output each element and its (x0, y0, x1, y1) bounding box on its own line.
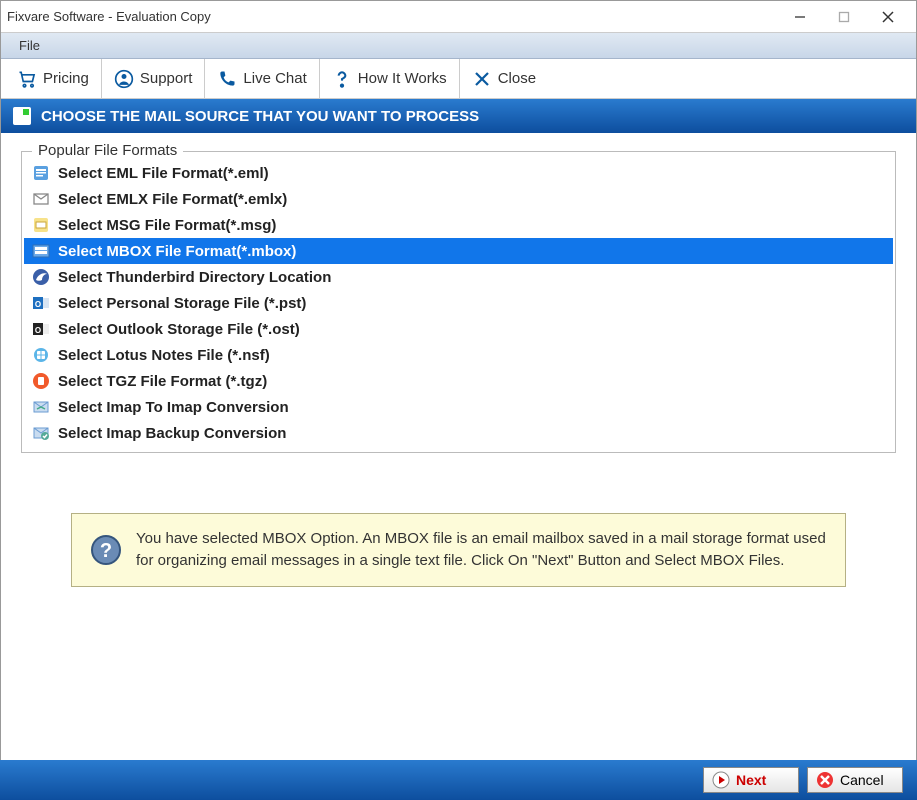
format-item-label: Select Lotus Notes File (*.nsf) (58, 347, 270, 364)
help-icon: ? (90, 534, 122, 566)
cancel-button[interactable]: Cancel (807, 767, 903, 793)
howitworks-label: How It Works (358, 70, 447, 87)
close-button[interactable]: Close (460, 59, 548, 98)
next-label: Next (736, 772, 766, 788)
next-button[interactable]: Next (703, 767, 799, 793)
format-item[interactable]: Select Thunderbird Directory Location (24, 264, 893, 290)
imapbackup-icon (32, 424, 50, 442)
window-title: Fixvare Software - Evaluation Copy (7, 9, 790, 24)
phone-icon (217, 69, 237, 89)
svg-text:?: ? (100, 540, 112, 562)
emlx-icon (32, 190, 50, 208)
support-button[interactable]: Support (102, 59, 206, 98)
format-item-label: Select EML File Format(*.eml) (58, 165, 269, 182)
format-item[interactable]: Select TGZ File Format (*.tgz) (24, 368, 893, 394)
footer: Next Cancel (0, 760, 917, 800)
section-header: CHOOSE THE MAIL SOURCE THAT YOU WANT TO … (1, 99, 916, 133)
cancel-label: Cancel (840, 772, 884, 788)
format-item-label: Select Imap Backup Conversion (58, 425, 286, 442)
pricing-label: Pricing (43, 70, 89, 87)
support-label: Support (140, 70, 193, 87)
window-controls (790, 7, 910, 27)
svg-text:O: O (35, 326, 41, 335)
msg-icon (32, 216, 50, 234)
format-item[interactable]: Select Imap To Imap Conversion (24, 394, 893, 420)
pricing-button[interactable]: Pricing (5, 59, 102, 98)
format-item-label: Select EMLX File Format(*.emlx) (58, 191, 287, 208)
close-label: Close (498, 70, 536, 87)
ost-icon: O (32, 320, 50, 338)
person-icon (114, 69, 134, 89)
format-list: Select EML File Format(*.eml) Select EMLX… (24, 160, 893, 446)
format-item-label: Select TGZ File Format (*.tgz) (58, 373, 267, 390)
eml-icon (32, 164, 50, 182)
format-item[interactable]: Select MBOX File Format(*.mbox) (24, 238, 893, 264)
livechat-label: Live Chat (243, 70, 306, 87)
format-item[interactable]: Select EML File Format(*.eml) (24, 160, 893, 186)
format-item-label: Select Personal Storage File (*.pst) (58, 295, 306, 312)
tgz-icon (32, 372, 50, 390)
file-menu[interactable]: File (11, 36, 48, 55)
format-item-label: Select Thunderbird Directory Location (58, 269, 331, 286)
imap-icon (32, 398, 50, 416)
groupbox-title: Popular File Formats (32, 142, 183, 159)
format-item[interactable]: Select EMLX File Format(*.emlx) (24, 186, 893, 212)
format-item[interactable]: Select MSG File Format(*.msg) (24, 212, 893, 238)
info-box: ? You have selected MBOX Option. An MBOX… (71, 513, 846, 587)
cart-icon (17, 69, 37, 89)
formats-groupbox: Popular File Formats Select EML File For… (21, 151, 896, 453)
format-item[interactable]: O Select Personal Storage File (*.pst) (24, 290, 893, 316)
section-header-title: CHOOSE THE MAIL SOURCE THAT YOU WANT TO … (41, 108, 479, 125)
mbox-icon (32, 242, 50, 260)
cancel-icon (816, 771, 834, 789)
format-item[interactable]: O Select Outlook Storage File (*.ost) (24, 316, 893, 342)
menubar: File (1, 33, 916, 59)
livechat-button[interactable]: Live Chat (205, 59, 319, 98)
format-item-label: Select MBOX File Format(*.mbox) (58, 243, 296, 260)
nsf-icon (32, 346, 50, 364)
main-content: Popular File Formats Select EML File For… (1, 133, 916, 613)
howitworks-button[interactable]: How It Works (320, 59, 460, 98)
format-item[interactable]: Select Imap Backup Conversion (24, 420, 893, 446)
question-icon (332, 69, 352, 89)
minimize-button[interactable] (790, 7, 810, 27)
close-icon (472, 69, 492, 89)
format-item-label: Select Imap To Imap Conversion (58, 399, 289, 416)
titlebar: Fixvare Software - Evaluation Copy (1, 1, 916, 33)
close-window-button[interactable] (878, 7, 898, 27)
format-item[interactable]: Select Lotus Notes File (*.nsf) (24, 342, 893, 368)
thunderbird-icon (32, 268, 50, 286)
toolbar: Pricing Support Live Chat How It Works C… (1, 59, 916, 99)
play-icon (712, 771, 730, 789)
maximize-button[interactable] (834, 7, 854, 27)
svg-text:O: O (35, 300, 41, 309)
select-source-icon (13, 107, 31, 125)
pst-icon: O (32, 294, 50, 312)
format-item-label: Select Outlook Storage File (*.ost) (58, 321, 300, 338)
info-text: You have selected MBOX Option. An MBOX f… (136, 528, 827, 572)
format-item-label: Select MSG File Format(*.msg) (58, 217, 276, 234)
